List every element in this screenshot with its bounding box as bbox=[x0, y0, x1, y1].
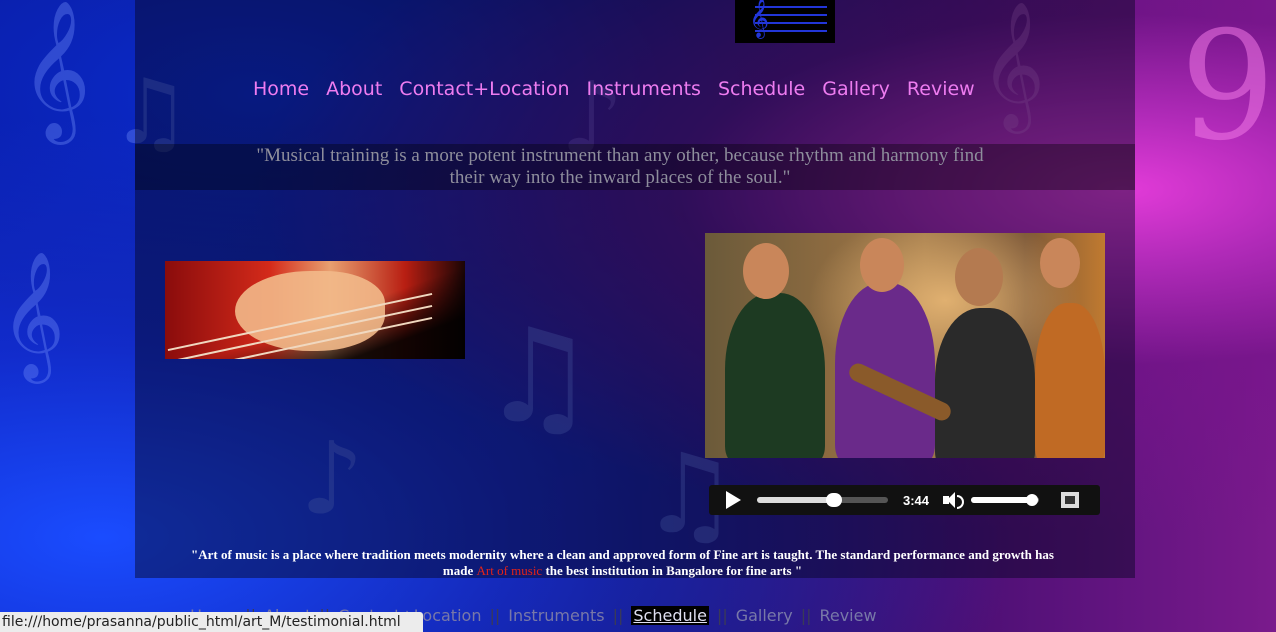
play-icon[interactable] bbox=[726, 491, 741, 509]
person-4-head bbox=[1040, 238, 1080, 288]
quote-line-1: "Musical training is a more potent instr… bbox=[256, 145, 984, 166]
footer-separator: || bbox=[716, 606, 728, 625]
video-player[interactable] bbox=[705, 233, 1105, 458]
person-1-head bbox=[743, 243, 789, 299]
volume-icon[interactable] bbox=[943, 491, 965, 509]
statement-after: the best institution in Bangalore for fi… bbox=[542, 563, 803, 578]
video-controls: 3:44 bbox=[709, 485, 1100, 515]
site-logo[interactable]: 𝄞 bbox=[735, 0, 835, 43]
seek-bar[interactable] bbox=[757, 493, 888, 507]
hand-shape bbox=[235, 271, 385, 351]
person-3 bbox=[935, 308, 1035, 458]
footer-separator: || bbox=[489, 606, 501, 625]
person-4 bbox=[1035, 303, 1105, 458]
person-2-head bbox=[860, 238, 904, 292]
person-3-head bbox=[955, 248, 1003, 306]
institution-statement: "Art of music is a place where tradition… bbox=[175, 547, 1070, 579]
fullscreen-icon[interactable] bbox=[1061, 492, 1080, 508]
statement-highlight: Art of music bbox=[476, 563, 543, 578]
decor-note-7: 9 bbox=[1180, 0, 1276, 174]
decor-note-3: 𝄞 bbox=[0, 250, 66, 378]
nav-contact-location[interactable]: Contact+Location bbox=[399, 78, 569, 100]
footer-nav-review[interactable]: Review bbox=[819, 606, 876, 625]
seek-progress bbox=[757, 497, 835, 503]
browser-status-bar: file:///home/prasanna/public_html/art_M/… bbox=[0, 612, 423, 632]
footer-nav-schedule[interactable]: Schedule bbox=[631, 606, 709, 625]
footer-separator: || bbox=[800, 606, 812, 625]
seek-handle[interactable] bbox=[826, 493, 843, 507]
nav-home[interactable]: Home bbox=[253, 78, 309, 100]
volume-level bbox=[971, 497, 1033, 503]
person-1 bbox=[725, 293, 825, 458]
footer-nav-gallery[interactable]: Gallery bbox=[736, 606, 793, 625]
quote-text: "Musical training is a more potent instr… bbox=[205, 145, 1035, 189]
instrument-image bbox=[165, 261, 465, 359]
footer-nav-instruments[interactable]: Instruments bbox=[508, 606, 604, 625]
video-time: 3:44 bbox=[903, 492, 930, 508]
nav-instruments[interactable]: Instruments bbox=[587, 78, 701, 100]
nav-schedule[interactable]: Schedule bbox=[718, 78, 805, 100]
nav-gallery[interactable]: Gallery bbox=[822, 78, 890, 100]
treble-clef-icon: 𝄞 bbox=[749, 0, 770, 38]
nav-review[interactable]: Review bbox=[907, 78, 975, 100]
nav-about[interactable]: About bbox=[326, 78, 382, 100]
main-nav: Home About Contact+Location Instruments … bbox=[253, 78, 992, 100]
decor-note-1: 𝄞 bbox=[20, 0, 91, 139]
volume-handle[interactable] bbox=[1026, 494, 1039, 506]
quote-line-2: their way into the inward places of the … bbox=[449, 167, 791, 188]
footer-separator: || bbox=[612, 606, 624, 625]
volume-slider[interactable] bbox=[971, 494, 1040, 506]
